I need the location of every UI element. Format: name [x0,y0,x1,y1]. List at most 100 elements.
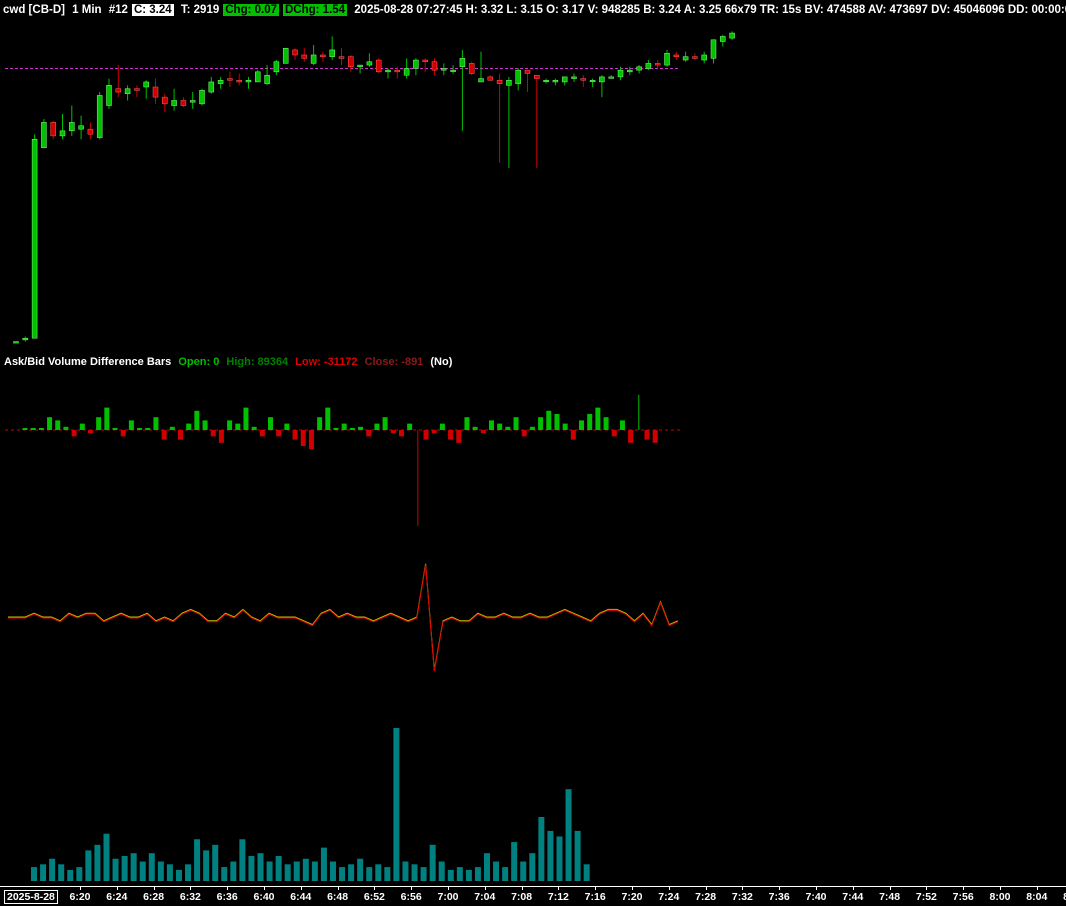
time-tick-mark [190,887,192,890]
close-value: C: 3.24 [131,4,174,16]
volume-bar [429,844,436,881]
candle-body [710,39,717,59]
volume-bar [130,853,137,881]
askbid-bar [628,430,634,443]
volume-bar [574,830,581,881]
volume-bar [366,867,373,881]
candle-body [506,80,512,86]
askbid-bar [325,407,331,430]
time-tick-mark [852,887,854,890]
time-tick-mark [926,887,928,890]
askbid-bar [619,420,625,430]
time-tick-label: 7:56 [952,891,974,903]
volume-bar [438,861,445,881]
askbid-bar [570,430,576,440]
askbid-bar [227,420,233,430]
candle-body [189,100,196,103]
time-tick-label: 7:36 [768,891,790,903]
volume-bar [420,867,427,881]
chart-plot-area[interactable] [0,20,1066,886]
time-tick-mark [374,887,376,890]
volume-bar [474,867,481,881]
askbid-bar [120,430,126,437]
time-tick-label: 6:48 [327,891,349,903]
time-tick-label: 6:40 [253,891,275,903]
candle-body [22,337,29,341]
askbid-bar [398,430,404,437]
askbid-bar [30,428,36,430]
volume-bar [76,867,83,881]
askbid-bar [497,423,503,430]
time-tick-label: 6:32 [179,891,201,903]
askbid-bar [268,417,274,430]
time-tick-label: 7:48 [879,891,901,903]
study-high: High: 89364 [226,356,289,368]
askbid-bar [333,428,339,430]
candle-body [413,59,419,69]
time-tick-mark [963,887,965,890]
candle-body [385,69,391,73]
candle-body [292,49,298,56]
time-tick-mark [779,887,781,890]
askbid-bar [538,417,544,430]
study-no: (No) [430,356,453,368]
time-tick-label: 7:00 [437,891,459,903]
time-tick-mark [816,887,817,890]
candle-body [87,128,94,135]
askbid-bar [177,430,183,440]
volume-bar [139,861,146,881]
time-axis[interactable]: 2025-8-28 6:20 6:24 6:28 6:32 6:36 6:40 6:44 6:… [0,886,1066,906]
candle-body [59,130,66,137]
candle-body [96,95,103,138]
candle-body [468,63,475,74]
volume-bar [230,861,237,881]
time-tick-mark [484,887,486,890]
volume-bar [194,839,201,881]
candle-body [106,85,112,106]
candle-body [180,100,187,106]
askbid-bar [390,430,396,434]
quote-details: 2025-08-28 07:27:45 H: 3.32 L: 3.15 O: 3… [354,4,1066,16]
candle-body [245,80,252,83]
volume-bar [502,867,509,881]
candle-body [543,80,549,83]
askbid-bar [652,430,658,443]
time-tick-label: 6:20 [69,891,91,903]
askbid-bar [292,430,298,440]
candle-body [608,76,614,79]
candle-body [208,81,215,93]
volume-bar [284,864,291,881]
time-tick-label: 8:00 [989,891,1011,903]
askbid-bar [87,430,93,434]
askbid-bar [137,428,143,430]
volume-bar [329,861,336,881]
time-tick-mark [227,887,229,890]
candle-body [701,54,707,61]
series-line-red [8,564,679,672]
time-tick-mark [448,887,449,890]
candle-body [394,69,401,73]
time-tick-mark [742,887,744,890]
askbid-bar [276,430,282,437]
candle-body [329,49,335,57]
bar-number: #12 [108,4,128,16]
candle-body [134,88,140,91]
askbid-bar [202,420,208,430]
askbid-bar [554,414,560,430]
volume-bar [49,858,56,881]
askbid-bar [358,426,364,430]
askbid-bar [63,426,69,430]
volume-bar [393,727,400,881]
askbid-bar [22,428,28,430]
trades-value: T: 2919 [180,4,220,16]
candle-body [524,69,531,74]
candle-body [171,100,177,106]
askbid-bar [79,423,85,430]
askbid-bar [505,426,511,430]
time-tick-mark [411,887,413,890]
askbid-bar [644,430,650,440]
volume-bar [520,861,527,881]
volume-bar [384,867,391,881]
time-tick-mark [705,887,707,890]
askbid-bar [194,410,200,430]
